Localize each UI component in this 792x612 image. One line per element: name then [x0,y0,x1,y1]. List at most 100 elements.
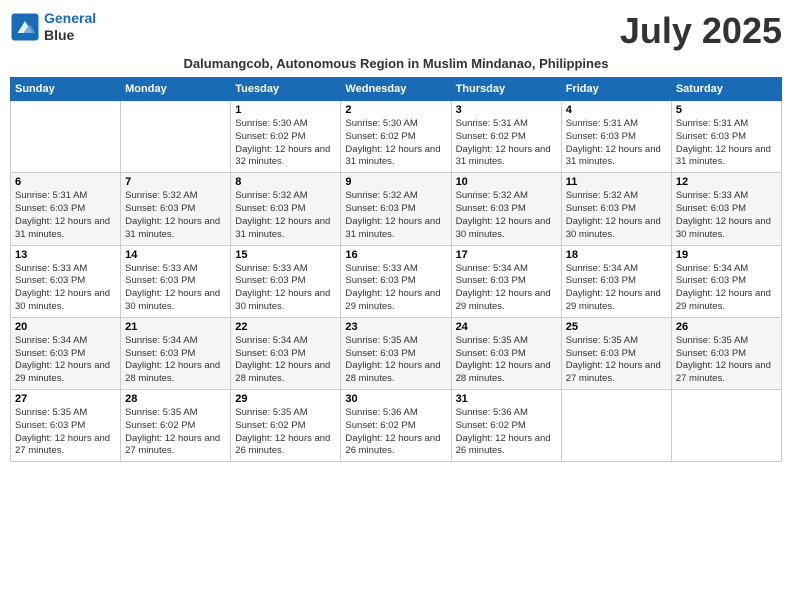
day-info: Sunrise: 5:32 AM Sunset: 6:03 PM Dayligh… [566,190,667,241]
day-number: 30 [345,393,446,405]
calendar-cell: 9Sunrise: 5:32 AM Sunset: 6:03 PM Daylig… [341,173,451,245]
day-number: 21 [125,321,226,333]
day-info: Sunrise: 5:31 AM Sunset: 6:02 PM Dayligh… [456,118,557,169]
day-number: 6 [15,176,116,188]
day-number: 29 [235,393,336,405]
calendar-header-cell: Thursday [451,78,561,101]
calendar-cell [671,390,781,462]
day-info: Sunrise: 5:35 AM Sunset: 6:02 PM Dayligh… [235,407,336,458]
calendar-header-row: SundayMondayTuesdayWednesdayThursdayFrid… [11,78,782,101]
day-info: Sunrise: 5:30 AM Sunset: 6:02 PM Dayligh… [345,118,446,169]
day-number: 4 [566,104,667,116]
day-info: Sunrise: 5:35 AM Sunset: 6:03 PM Dayligh… [456,335,557,386]
day-number: 23 [345,321,446,333]
page-header: General Blue July 2025 [10,10,782,52]
logo-line1: General [44,10,96,26]
page-subtitle: Dalumangcob, Autonomous Region in Muslim… [10,56,782,71]
day-info: Sunrise: 5:34 AM Sunset: 6:03 PM Dayligh… [15,335,116,386]
calendar-week-row: 20Sunrise: 5:34 AM Sunset: 6:03 PM Dayli… [11,317,782,389]
calendar-cell: 21 Sunrise: 5:34 AM Sunset: 6:03 PM Dayli… [121,317,231,389]
day-number: 12 [676,176,777,188]
calendar-cell: 22 Sunrise: 5:34 AM Sunset: 6:03 PM Dayli… [231,317,341,389]
day-info: Sunrise: 5:34 AM Sunset: 6:03 PM Dayligh… [125,335,226,386]
calendar-cell: 14Sunrise: 5:33 AM Sunset: 6:03 PM Dayli… [121,245,231,317]
day-number: 16 [345,249,446,261]
calendar-cell: 2 Sunrise: 5:30 AM Sunset: 6:02 PM Daylig… [341,101,451,173]
day-number: 10 [456,176,557,188]
calendar-cell: 31 Sunrise: 5:36 AM Sunset: 6:02 PM Dayli… [451,390,561,462]
calendar-body: 1 Sunrise: 5:30 AM Sunset: 6:02 PM Daylig… [11,101,782,462]
day-info: Sunrise: 5:31 AM Sunset: 6:03 PM Dayligh… [15,190,116,241]
day-info: Sunrise: 5:32 AM Sunset: 6:03 PM Dayligh… [125,190,226,241]
day-number: 2 [345,104,446,116]
calendar-cell: 12 Sunrise: 5:33 AM Sunset: 6:03 PM Dayli… [671,173,781,245]
day-info: Sunrise: 5:35 AM Sunset: 6:02 PM Dayligh… [125,407,226,458]
day-info: Sunrise: 5:35 AM Sunset: 6:03 PM Dayligh… [566,335,667,386]
day-number: 28 [125,393,226,405]
calendar-week-row: 1 Sunrise: 5:30 AM Sunset: 6:02 PM Daylig… [11,101,782,173]
calendar-cell: 4 Sunrise: 5:31 AM Sunset: 6:03 PM Daylig… [561,101,671,173]
day-info: Sunrise: 5:31 AM Sunset: 6:03 PM Dayligh… [566,118,667,169]
calendar-cell [121,101,231,173]
calendar-cell: 6 Sunrise: 5:31 AM Sunset: 6:03 PM Daylig… [11,173,121,245]
day-number: 31 [456,393,557,405]
day-info: Sunrise: 5:36 AM Sunset: 6:02 PM Dayligh… [345,407,446,458]
calendar-cell: 28 Sunrise: 5:35 AM Sunset: 6:02 PM Dayli… [121,390,231,462]
calendar-cell: 27Sunrise: 5:35 AM Sunset: 6:03 PM Dayli… [11,390,121,462]
day-number: 11 [566,176,667,188]
calendar-header-cell: Tuesday [231,78,341,101]
day-number: 19 [676,249,777,261]
day-number: 14 [125,249,226,261]
day-number: 8 [235,176,336,188]
day-info: Sunrise: 5:31 AM Sunset: 6:03 PM Dayligh… [676,118,777,169]
day-number: 27 [15,393,116,405]
logo-line2: Blue [44,27,96,44]
calendar-cell: 11 Sunrise: 5:32 AM Sunset: 6:03 PM Dayli… [561,173,671,245]
calendar-cell: 25 Sunrise: 5:35 AM Sunset: 6:03 PM Dayli… [561,317,671,389]
day-info: Sunrise: 5:33 AM Sunset: 6:03 PM Dayligh… [676,190,777,241]
calendar-cell: 15 Sunrise: 5:33 AM Sunset: 6:03 PM Dayli… [231,245,341,317]
calendar-cell: 23Sunrise: 5:35 AM Sunset: 6:03 PM Dayli… [341,317,451,389]
day-info: Sunrise: 5:34 AM Sunset: 6:03 PM Dayligh… [235,335,336,386]
calendar-cell: 1 Sunrise: 5:30 AM Sunset: 6:02 PM Daylig… [231,101,341,173]
day-number: 1 [235,104,336,116]
calendar-cell: 26Sunrise: 5:35 AM Sunset: 6:03 PM Dayli… [671,317,781,389]
calendar-cell: 29 Sunrise: 5:35 AM Sunset: 6:02 PM Dayli… [231,390,341,462]
calendar-cell [561,390,671,462]
day-number: 22 [235,321,336,333]
day-info: Sunrise: 5:36 AM Sunset: 6:02 PM Dayligh… [456,407,557,458]
logo-icon [10,12,40,42]
calendar-cell [11,101,121,173]
day-info: Sunrise: 5:32 AM Sunset: 6:03 PM Dayligh… [345,190,446,241]
day-number: 13 [15,249,116,261]
day-info: Sunrise: 5:33 AM Sunset: 6:03 PM Dayligh… [15,263,116,314]
logo-text: General Blue [44,10,96,44]
day-info: Sunrise: 5:33 AM Sunset: 6:03 PM Dayligh… [345,263,446,314]
day-number: 25 [566,321,667,333]
day-info: Sunrise: 5:34 AM Sunset: 6:03 PM Dayligh… [456,263,557,314]
calendar-cell: 20Sunrise: 5:34 AM Sunset: 6:03 PM Dayli… [11,317,121,389]
day-number: 24 [456,321,557,333]
logo: General Blue [10,10,96,44]
day-number: 15 [235,249,336,261]
calendar-header-cell: Friday [561,78,671,101]
calendar-week-row: 27Sunrise: 5:35 AM Sunset: 6:03 PM Dayli… [11,390,782,462]
day-number: 5 [676,104,777,116]
calendar-table: SundayMondayTuesdayWednesdayThursdayFrid… [10,77,782,462]
day-number: 26 [676,321,777,333]
calendar-cell: 19 Sunrise: 5:34 AM Sunset: 6:03 PM Dayli… [671,245,781,317]
calendar-cell: 5 Sunrise: 5:31 AM Sunset: 6:03 PM Daylig… [671,101,781,173]
calendar-cell: 24 Sunrise: 5:35 AM Sunset: 6:03 PM Dayli… [451,317,561,389]
calendar-cell: 30 Sunrise: 5:36 AM Sunset: 6:02 PM Dayli… [341,390,451,462]
calendar-header-cell: Sunday [11,78,121,101]
day-info: Sunrise: 5:30 AM Sunset: 6:02 PM Dayligh… [235,118,336,169]
calendar-cell: 16 Sunrise: 5:33 AM Sunset: 6:03 PM Dayli… [341,245,451,317]
day-number: 17 [456,249,557,261]
day-info: Sunrise: 5:34 AM Sunset: 6:03 PM Dayligh… [566,263,667,314]
calendar-cell: 8Sunrise: 5:32 AM Sunset: 6:03 PM Daylig… [231,173,341,245]
calendar-header-cell: Monday [121,78,231,101]
day-info: Sunrise: 5:34 AM Sunset: 6:03 PM Dayligh… [676,263,777,314]
calendar-cell: 3Sunrise: 5:31 AM Sunset: 6:02 PM Daylig… [451,101,561,173]
day-info: Sunrise: 5:33 AM Sunset: 6:03 PM Dayligh… [235,263,336,314]
calendar-cell: 13 Sunrise: 5:33 AM Sunset: 6:03 PM Dayli… [11,245,121,317]
